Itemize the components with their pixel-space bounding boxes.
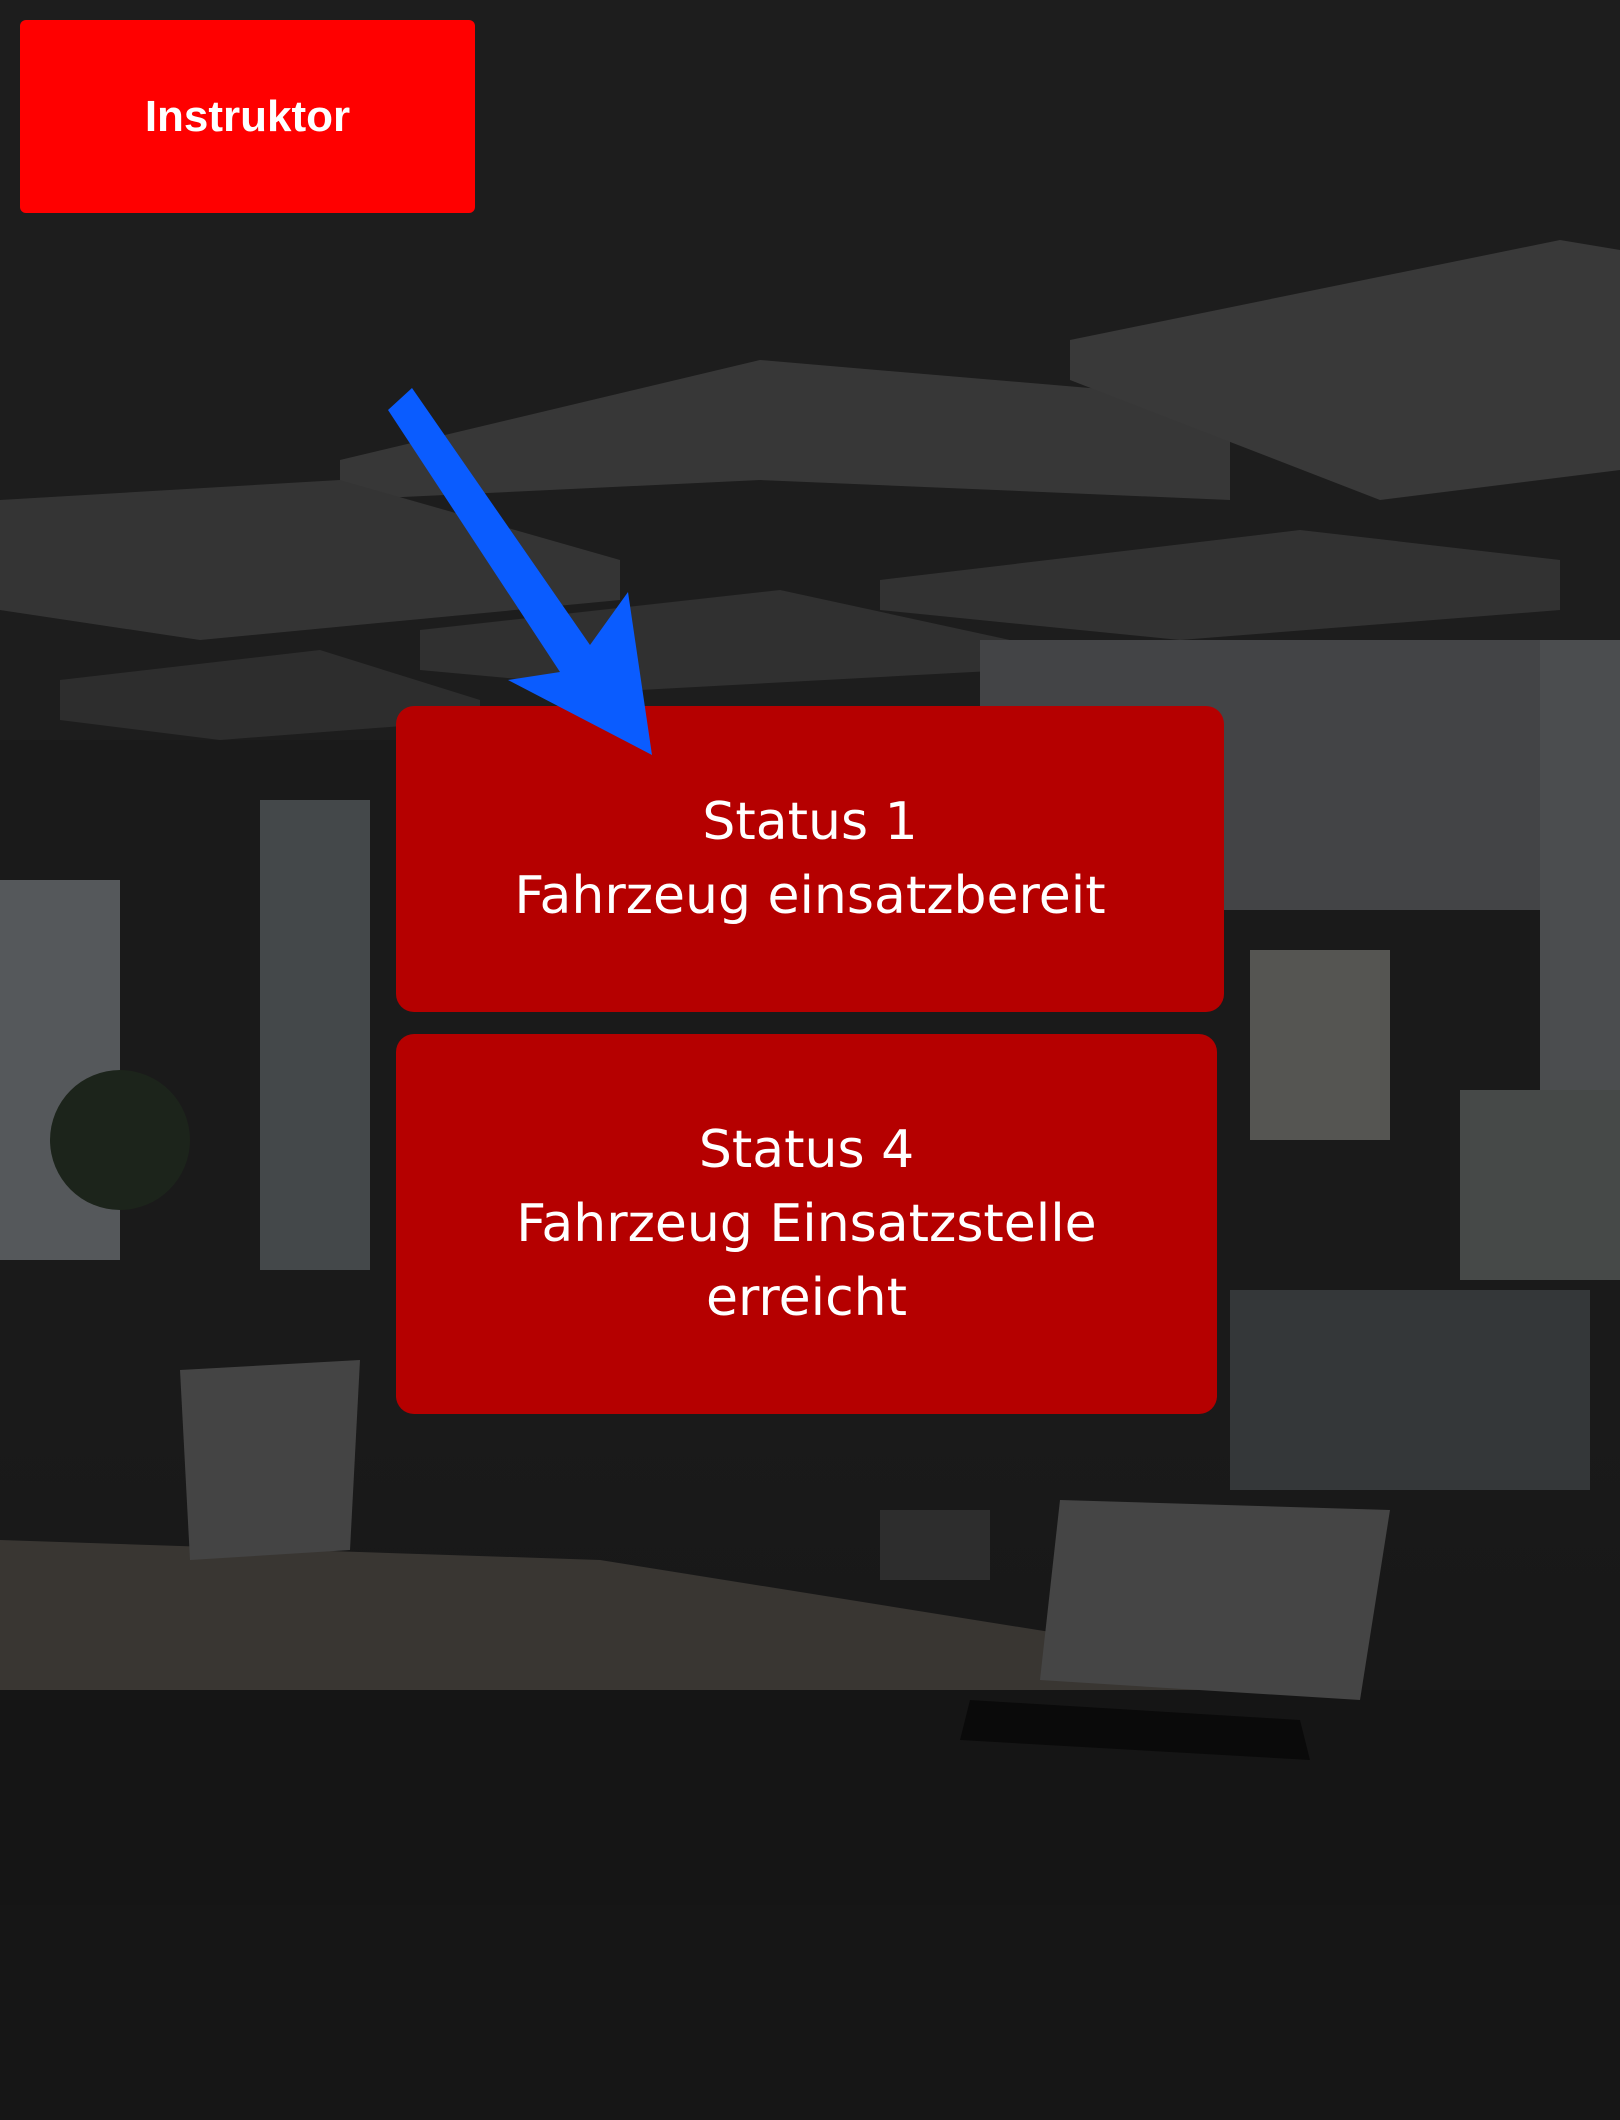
status-4-title: Status 4 (698, 1120, 915, 1180)
status-1-description: Fahrzeug einsatzbereit (514, 866, 1106, 926)
instructor-button-label: Instruktor (144, 91, 351, 141)
instructor-button[interactable]: Instruktor (20, 20, 475, 213)
status-4-description-line1: Fahrzeug Einsatzstelle (516, 1194, 1097, 1254)
screen: Instruktor Status 1 Fahrzeug einsatzbere… (0, 0, 1620, 2120)
status-1-button[interactable]: Status 1 Fahrzeug einsatzbereit (396, 706, 1224, 1012)
status-4-description-line2: erreicht (705, 1268, 908, 1328)
status-1-title: Status 1 (702, 792, 918, 852)
status-4-button[interactable]: Status 4 Fahrzeug Einsatzstelle erreicht (396, 1034, 1217, 1414)
